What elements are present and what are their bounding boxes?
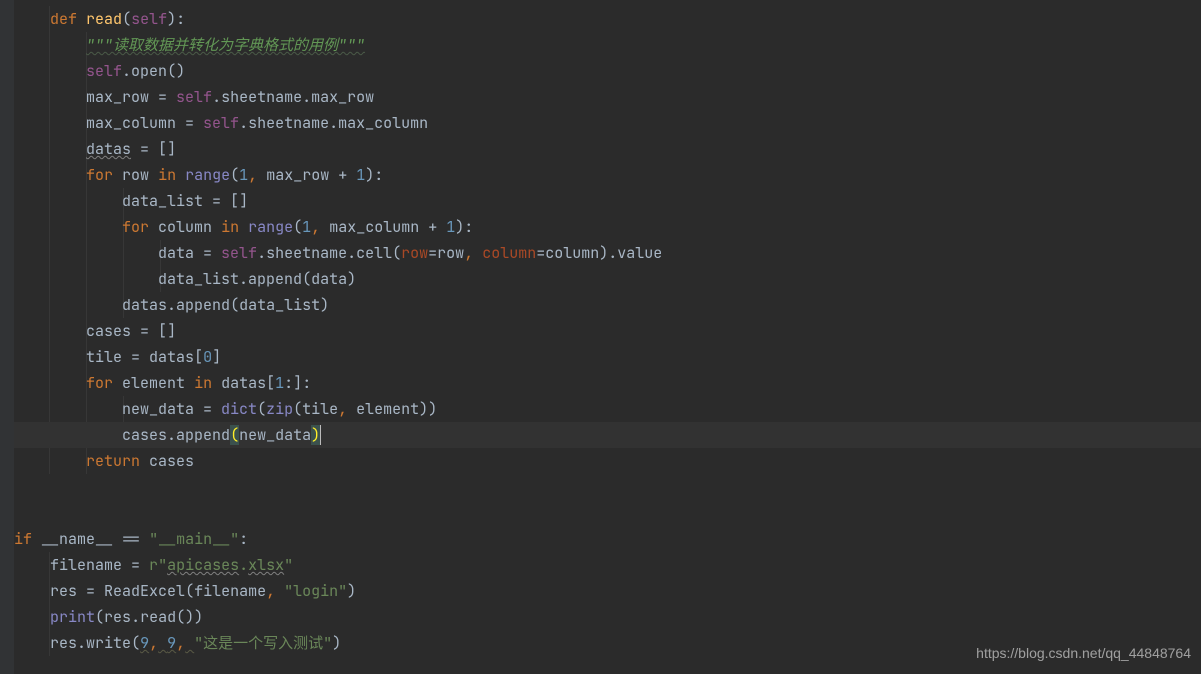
code-area[interactable]: def read(self): """读取数据并转化为字典格式的用例""" se… <box>14 6 1201 656</box>
function-name: read <box>86 9 122 29</box>
code-line[interactable]: for column in range(1, max_column + 1): <box>14 214 1201 240</box>
matched-bracket: ) <box>311 425 321 445</box>
code-line[interactable]: for row in range(1, max_row + 1): <box>14 162 1201 188</box>
code-line[interactable]: def read(self): <box>14 6 1201 32</box>
code-line[interactable]: res = ReadExcel(filename, "login") <box>14 578 1201 604</box>
matched-bracket: ( <box>230 425 239 445</box>
keyword-def: def <box>50 9 77 29</box>
self: self <box>131 9 167 29</box>
gutter <box>0 0 14 674</box>
code-line[interactable]: tile = datas[0] <box>14 344 1201 370</box>
code-line[interactable] <box>14 500 1201 526</box>
code-line[interactable]: self.open() <box>14 58 1201 84</box>
code-line[interactable]: """读取数据并转化为字典格式的用例""" <box>14 32 1201 58</box>
code-line[interactable]: for element in datas[1:]: <box>14 370 1201 396</box>
code-line[interactable]: data_list.append(data) <box>14 266 1201 292</box>
watermark: https://blog.csdn.net/qq_44848764 <box>976 640 1191 666</box>
code-line[interactable]: print(res.read()) <box>14 604 1201 630</box>
code-line[interactable]: data = self.sheetname.cell(row=row, colu… <box>14 240 1201 266</box>
code-line[interactable]: cases = [] <box>14 318 1201 344</box>
code-line[interactable]: new_data = dict(zip(tile, element)) <box>14 396 1201 422</box>
code-line[interactable] <box>14 474 1201 500</box>
code-line[interactable]: return cases <box>14 448 1201 474</box>
code-line[interactable]: if __name__ == "__main__": <box>14 526 1201 552</box>
code-line[interactable]: datas.append(data_list) <box>14 292 1201 318</box>
code-editor[interactable]: def read(self): """读取数据并转化为字典格式的用例""" se… <box>0 0 1201 674</box>
code-line[interactable]: datas = [] <box>14 136 1201 162</box>
code-line[interactable]: max_row = self.sheetname.max_row <box>14 84 1201 110</box>
docstring: """读取数据并转化为字典格式的用例""" <box>86 35 365 55</box>
code-line[interactable]: data_list = [] <box>14 188 1201 214</box>
code-line[interactable]: max_column = self.sheetname.max_column <box>14 110 1201 136</box>
code-line[interactable]: filename = r"apicases.xlsx" <box>14 552 1201 578</box>
code-line-current[interactable]: cases.append(new_data) <box>14 422 1201 448</box>
